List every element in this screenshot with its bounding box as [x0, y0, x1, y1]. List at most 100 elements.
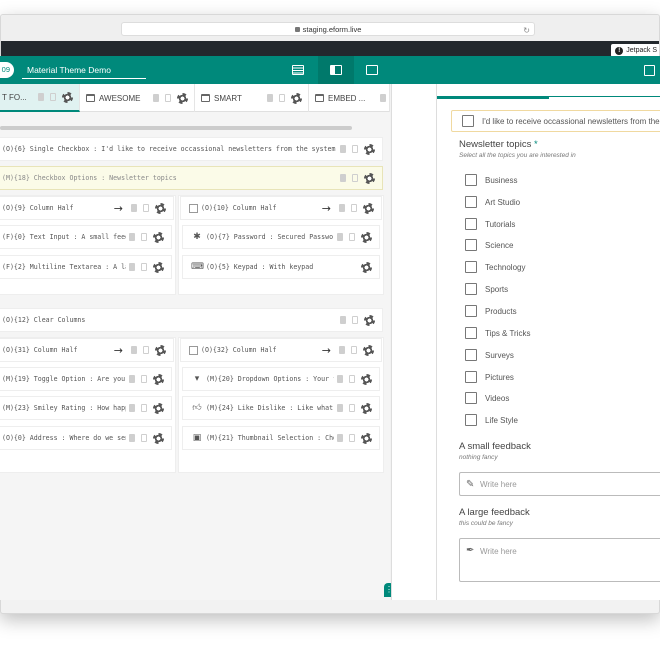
topic-option[interactable]: Sports	[465, 282, 508, 296]
trash-icon[interactable]	[380, 94, 386, 102]
element-textarea[interactable]: (F){2} Multiline Textarea : A large fe..…	[0, 255, 172, 279]
gear-icon[interactable]	[153, 231, 164, 243]
split-view-button[interactable]	[318, 56, 354, 84]
optin-checkbox[interactable]	[462, 115, 474, 127]
large-feedback-textarea[interactable]: ✒ Write here	[459, 538, 660, 582]
topic-checkbox[interactable]	[465, 196, 477, 208]
topic-checkbox[interactable]	[465, 414, 477, 426]
gear-icon[interactable]	[361, 231, 372, 243]
element-column-half-10[interactable]: (O){10} Column Half →	[180, 196, 382, 220]
gear-icon[interactable]	[153, 432, 164, 444]
copy-icon[interactable]	[352, 174, 358, 182]
address-bar[interactable]: staging.eform.live ↻	[121, 22, 535, 36]
element-column-half-31[interactable]: (O){31} Column Half →	[0, 338, 174, 362]
fullscreen-button[interactable]	[632, 56, 660, 84]
trash-icon[interactable]	[337, 375, 343, 383]
element-thumbnail[interactable]: ▣ (M){21} Thumbnail Selection : Choo...	[182, 426, 380, 450]
list-view-button[interactable]	[280, 56, 316, 84]
arrow-right-icon[interactable]: →	[322, 202, 331, 215]
element-keypad[interactable]: ⌨ (O){5} Keypad : With keypad	[182, 255, 380, 279]
tab-embed[interactable]: EMBED ...	[309, 84, 390, 112]
copy-icon[interactable]	[349, 233, 355, 241]
trash-icon[interactable]	[339, 204, 345, 212]
newsletter-optin[interactable]: I'd like to receive occassional newslett…	[451, 110, 660, 132]
copy-icon[interactable]	[352, 145, 358, 153]
form-title-input[interactable]: Material Theme Demo	[22, 61, 146, 79]
topic-option[interactable]: Pictures	[465, 370, 514, 384]
topic-option[interactable]: Life Style	[465, 413, 518, 427]
topic-checkbox[interactable]	[465, 239, 477, 251]
element-single-checkbox[interactable]: (O){6} Single Checkbox : I'd like to rec…	[0, 137, 383, 161]
gear-icon[interactable]	[361, 432, 372, 444]
element-like-dislike[interactable]: 👍︎ (M){24} Like Dislike : Like what you …	[182, 396, 380, 420]
topic-checkbox[interactable]	[465, 218, 477, 230]
trash-icon[interactable]	[129, 233, 135, 241]
gear-icon[interactable]	[291, 92, 302, 104]
element-column-half-9[interactable]: (O){9} Column Half →	[0, 196, 174, 220]
element-checkbox-options[interactable]: (M){18} Checkbox Options : Newsletter to…	[0, 166, 383, 190]
gear-icon[interactable]	[153, 261, 164, 273]
gear-icon[interactable]	[155, 344, 166, 356]
topic-option[interactable]: Surveys	[465, 348, 514, 362]
gear-icon[interactable]	[363, 344, 374, 356]
copy-icon[interactable]	[141, 375, 147, 383]
gear-icon[interactable]	[153, 373, 164, 385]
preview-view-button[interactable]	[354, 56, 390, 84]
trash-icon[interactable]	[129, 263, 135, 271]
element-password[interactable]: ✱ (O){7} Password : Secured Password	[182, 225, 380, 249]
tab-smart[interactable]: SMART	[195, 84, 309, 112]
tab-form[interactable]: T FO...	[0, 84, 80, 112]
topic-checkbox[interactable]	[465, 392, 477, 404]
trash-icon[interactable]	[340, 174, 346, 182]
element-toggle[interactable]: (M){19} Toggle Option : Are you feeli...	[0, 367, 172, 391]
element-dropdown[interactable]: ▾ (M){20} Dropdown Options : Your fa...	[182, 367, 380, 391]
gear-icon[interactable]	[361, 402, 372, 414]
copy-icon[interactable]	[143, 346, 149, 354]
topic-checkbox[interactable]	[465, 327, 477, 339]
trash-icon[interactable]	[339, 346, 345, 354]
topic-checkbox[interactable]	[465, 174, 477, 186]
topic-option[interactable]: Business	[465, 173, 517, 187]
copy-icon[interactable]	[349, 404, 355, 412]
reload-icon[interactable]: ↻	[523, 24, 530, 37]
trash-icon[interactable]	[129, 375, 135, 383]
trash-icon[interactable]	[129, 404, 135, 412]
topic-option[interactable]: Tips & Tricks	[465, 326, 530, 340]
copy-icon[interactable]	[349, 434, 355, 442]
gear-icon[interactable]	[363, 202, 374, 214]
small-feedback-input[interactable]: ✎ Write here	[459, 472, 660, 496]
topic-option[interactable]: Science	[465, 238, 513, 252]
trash-icon[interactable]	[131, 204, 137, 212]
gear-icon[interactable]	[361, 261, 372, 273]
topic-option[interactable]: Art Studio	[465, 195, 520, 209]
copy-icon[interactable]	[141, 233, 147, 241]
trash-icon[interactable]	[38, 93, 44, 101]
tab-awesome[interactable]: AWESOME	[80, 84, 195, 112]
copy-icon[interactable]	[279, 94, 285, 102]
copy-icon[interactable]	[143, 204, 149, 212]
topic-option[interactable]: Videos	[465, 391, 509, 405]
element-text-input[interactable]: (F){0} Text Input : A small feedback	[0, 225, 172, 249]
copy-icon[interactable]	[352, 316, 358, 324]
trash-icon[interactable]	[153, 94, 159, 102]
trash-icon[interactable]	[340, 145, 346, 153]
topic-checkbox[interactable]	[465, 305, 477, 317]
arrow-right-icon[interactable]: →	[114, 344, 123, 357]
copy-icon[interactable]	[349, 375, 355, 383]
topic-checkbox[interactable]	[465, 283, 477, 295]
topic-checkbox[interactable]	[465, 349, 477, 361]
topic-option[interactable]: Tutorials	[465, 217, 515, 231]
trash-icon[interactable]	[267, 94, 273, 102]
gear-icon[interactable]	[361, 373, 372, 385]
trash-icon[interactable]	[337, 233, 343, 241]
topic-option[interactable]: Technology	[465, 260, 525, 274]
trash-icon[interactable]	[131, 346, 137, 354]
gear-icon[interactable]	[364, 143, 375, 155]
topic-option[interactable]: Products	[465, 304, 517, 318]
copy-icon[interactable]	[50, 93, 56, 101]
copy-icon[interactable]	[141, 434, 147, 442]
copy-icon[interactable]	[165, 94, 171, 102]
gear-icon[interactable]	[177, 92, 188, 104]
element-column-half-32[interactable]: (O){32} Column Half →	[180, 338, 382, 362]
arrow-right-icon[interactable]: →	[114, 202, 123, 215]
